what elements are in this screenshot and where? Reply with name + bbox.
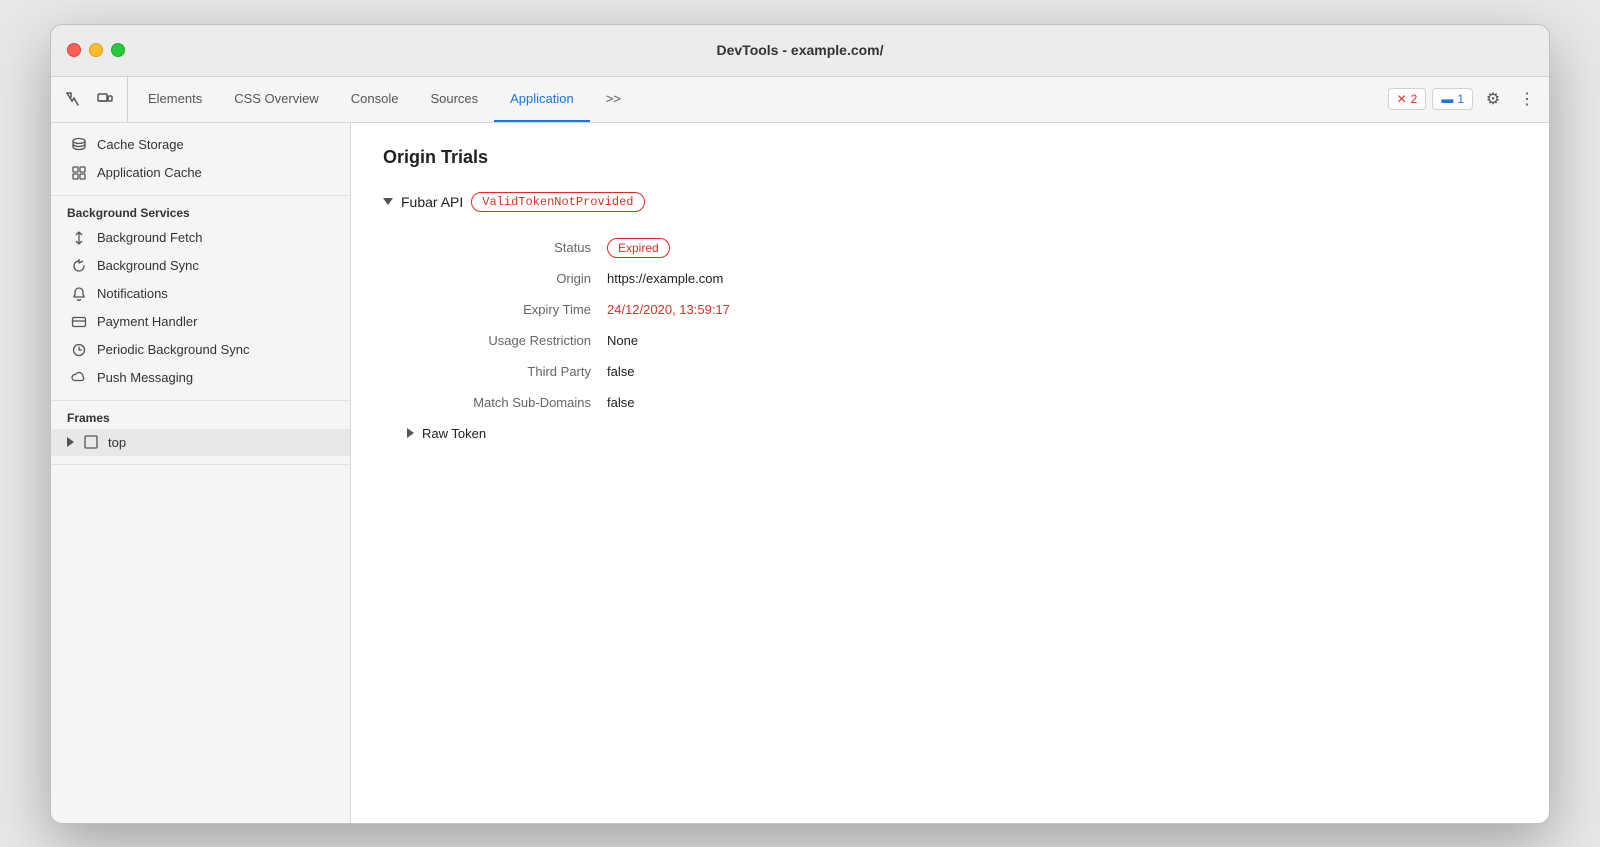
trial-section: Fubar API ValidTokenNotProvided Status E…	[383, 192, 1517, 441]
expired-badge: Expired	[607, 238, 670, 258]
sidebar-item-background-fetch[interactable]: Background Fetch	[51, 224, 350, 252]
sidebar-item-payment-handler[interactable]: Payment Handler	[51, 308, 350, 336]
trial-name: Fubar API	[401, 194, 463, 210]
push-messaging-label: Push Messaging	[97, 370, 193, 385]
minimize-button[interactable]	[89, 43, 103, 57]
status-value: Expired	[607, 232, 1517, 263]
cloud-icon	[71, 370, 87, 386]
device-mode-icon[interactable]	[91, 85, 119, 113]
window-title: DevTools - example.com/	[716, 42, 883, 58]
background-services-header: Background Services	[51, 196, 350, 224]
tab-sources[interactable]: Sources	[414, 77, 494, 122]
more-options-icon[interactable]: ⋮	[1513, 85, 1541, 113]
application-cache-label: Application Cache	[97, 165, 202, 180]
tabs-container: Elements CSS Overview Console Sources Ap…	[132, 77, 1388, 122]
background-sync-label: Background Sync	[97, 258, 199, 273]
info-icon: ▬	[1441, 92, 1453, 106]
third-party-label: Third Party	[407, 356, 607, 387]
inspect-element-icon[interactable]	[59, 85, 87, 113]
sidebar-item-cache-storage[interactable]: Cache Storage	[51, 131, 350, 159]
tab-bar: Elements CSS Overview Console Sources Ap…	[51, 77, 1549, 123]
payment-handler-label: Payment Handler	[97, 314, 197, 329]
main-content: Cache Storage Application Cache	[51, 123, 1549, 823]
sidebar-item-notifications[interactable]: Notifications	[51, 280, 350, 308]
collapse-icon[interactable]	[383, 198, 393, 205]
sidebar-item-top[interactable]: top	[51, 429, 350, 456]
devtools-icons	[59, 77, 128, 122]
title-bar: DevTools - example.com/	[51, 25, 1549, 77]
bell-icon	[71, 286, 87, 302]
notifications-label: Notifications	[97, 286, 168, 301]
error-count: 2	[1411, 92, 1418, 106]
raw-token-label: Raw Token	[422, 426, 486, 441]
arrows-updown-icon	[71, 230, 87, 246]
tab-more[interactable]: >>	[590, 77, 637, 122]
database-icon	[71, 137, 87, 153]
error-badge[interactable]: ✕ 2	[1388, 88, 1427, 110]
sidebar-item-periodic-background-sync[interactable]: Periodic Background Sync	[51, 336, 350, 364]
detail-grid: Status Expired Origin https://example.co…	[407, 232, 1517, 418]
origin-label: Origin	[407, 263, 607, 294]
cache-storage-label: Cache Storage	[97, 137, 184, 152]
frames-section: Frames top	[51, 401, 350, 465]
frame-top-label: top	[108, 435, 126, 450]
expand-raw-token-icon	[407, 428, 414, 438]
expand-icon	[67, 437, 74, 447]
frames-header: Frames	[51, 401, 350, 429]
match-sub-domains-label: Match Sub-Domains	[407, 387, 607, 418]
usage-restriction-label: Usage Restriction	[407, 325, 607, 356]
info-count: 1	[1457, 92, 1464, 106]
traffic-lights	[67, 43, 125, 57]
tab-application[interactable]: Application	[494, 77, 590, 122]
usage-restriction-value: None	[607, 325, 1517, 356]
sync-icon	[71, 258, 87, 274]
page-title: Origin Trials	[383, 147, 1517, 168]
expiry-time-label: Expiry Time	[407, 294, 607, 325]
periodic-background-sync-label: Periodic Background Sync	[97, 342, 249, 357]
sidebar-item-background-sync[interactable]: Background Sync	[51, 252, 350, 280]
background-fetch-label: Background Fetch	[97, 230, 203, 245]
tab-css-overview[interactable]: CSS Overview	[218, 77, 335, 122]
third-party-value: false	[607, 356, 1517, 387]
storage-section: Cache Storage Application Cache	[51, 131, 350, 196]
sidebar: Cache Storage Application Cache	[51, 123, 351, 823]
raw-token-row[interactable]: Raw Token	[407, 426, 1517, 441]
frame-icon	[84, 435, 98, 449]
error-icon: ✕	[1397, 92, 1407, 106]
grid-icon	[71, 165, 87, 181]
token-badge: ValidTokenNotProvided	[471, 192, 644, 212]
tab-bar-right: ✕ 2 ▬ 1 ⚙ ⋮	[1388, 77, 1541, 122]
devtools-window: DevTools - example.com/ Elements	[50, 24, 1550, 824]
settings-icon[interactable]: ⚙	[1479, 85, 1507, 113]
sidebar-item-application-cache[interactable]: Application Cache	[51, 159, 350, 187]
tab-console[interactable]: Console	[335, 77, 415, 122]
origin-value: https://example.com	[607, 263, 1517, 294]
info-badge[interactable]: ▬ 1	[1432, 88, 1473, 110]
expiry-time-value: 24/12/2020, 13:59:17	[607, 294, 1517, 325]
sidebar-item-push-messaging[interactable]: Push Messaging	[51, 364, 350, 392]
credit-card-icon	[71, 314, 87, 330]
clock-icon	[71, 342, 87, 358]
tab-elements[interactable]: Elements	[132, 77, 218, 122]
match-sub-domains-value: false	[607, 387, 1517, 418]
status-label: Status	[407, 232, 607, 263]
trial-header: Fubar API ValidTokenNotProvided	[383, 192, 1517, 212]
maximize-button[interactable]	[111, 43, 125, 57]
content-area: Origin Trials Fubar API ValidTokenNotPro…	[351, 123, 1549, 823]
background-services-section: Background Services Background Fetch	[51, 196, 350, 401]
close-button[interactable]	[67, 43, 81, 57]
